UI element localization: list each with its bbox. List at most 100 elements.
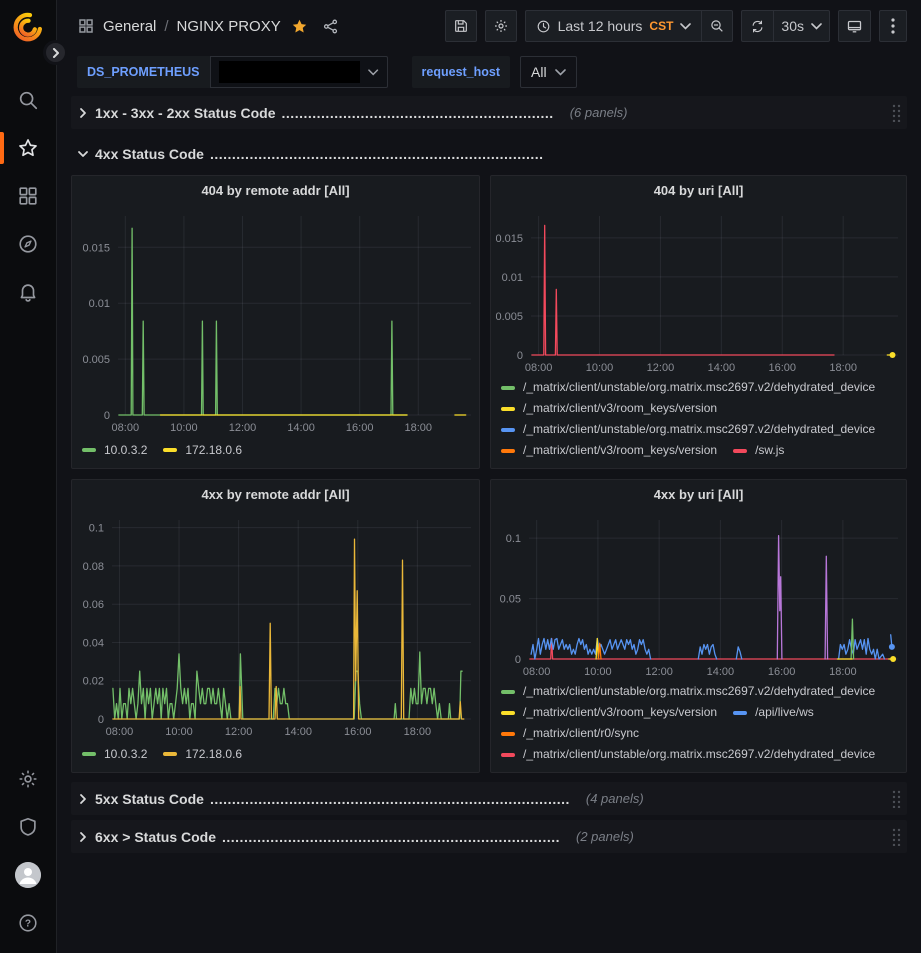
svg-text:12:00: 12:00 xyxy=(645,666,673,678)
legend-label: /api/live/ws xyxy=(755,703,814,722)
row-title: 6xx > Status Code xyxy=(95,829,216,845)
panel-legend: /_matrix/client/unstable/org.matrix.msc2… xyxy=(491,376,906,458)
dashboard-settings-button[interactable] xyxy=(485,10,517,42)
breadcrumb-separator: / xyxy=(164,18,168,35)
time-series-chart[interactable]: 08:0010:0012:0014:0016:0018:0000.0050.01… xyxy=(72,206,479,436)
panel-grid: 404 by remote addr [All] 08:00 10:00 12:00… xyxy=(71,175,907,773)
svg-text:10:00: 10:00 xyxy=(584,666,612,678)
refresh-button[interactable] xyxy=(741,10,773,42)
legend-swatch xyxy=(501,711,515,715)
explore-compass-icon[interactable] xyxy=(0,220,56,268)
settings-gear-icon[interactable] xyxy=(0,755,56,803)
row-drag-handle[interactable] xyxy=(891,828,901,846)
timezone-label: CST xyxy=(649,19,673,33)
panel-404-by-remote-addr: 404 by remote addr [All] 08:0010:0012:00… xyxy=(71,175,480,469)
chevron-right-icon xyxy=(77,831,89,843)
favorite-star-icon[interactable] xyxy=(291,18,308,35)
request-host-variable-label[interactable]: request_host xyxy=(412,56,511,88)
share-icon[interactable] xyxy=(322,18,339,35)
avatar-image xyxy=(15,862,41,888)
legend-item[interactable]: 172.18.0.6 xyxy=(163,441,242,460)
row-4xx[interactable]: 4xx Status Code ........................… xyxy=(71,137,907,170)
legend-swatch xyxy=(501,690,515,694)
legend-item[interactable]: 172.18.0.6 xyxy=(163,745,242,764)
alerting-bell-icon[interactable] xyxy=(0,268,56,316)
cycle-view-mode-button[interactable] xyxy=(838,10,871,42)
help-icon[interactable]: ? xyxy=(0,899,56,947)
svg-text:0.1: 0.1 xyxy=(506,533,521,545)
row-5xx[interactable]: 5xx Status Code ........................… xyxy=(71,782,907,815)
grafana-logo-icon[interactable] xyxy=(11,10,45,44)
svg-text:08:00: 08:00 xyxy=(112,422,140,434)
panel-title[interactable]: 4xx by remote addr [All] xyxy=(72,480,479,510)
time-series-chart[interactable]: 08:0010:0012:0014:0016:0018:0000.0050.01… xyxy=(491,206,906,376)
svg-text:0.04: 0.04 xyxy=(83,637,104,649)
legend-item[interactable]: /_matrix/client/unstable/org.matrix.msc2… xyxy=(501,682,875,701)
save-dashboard-button[interactable] xyxy=(445,10,477,42)
row-1xx-3xx-2xx[interactable]: 1xx - 3xx - 2xx Status Code ............… xyxy=(71,96,907,129)
row-drag-handle[interactable] xyxy=(891,790,901,808)
legend-item[interactable]: /sw.js xyxy=(733,441,784,458)
legend-label: 10.0.3.2 xyxy=(104,441,147,460)
row-leader-dots: ........................................… xyxy=(210,791,570,807)
legend-swatch xyxy=(501,386,515,390)
panel-title[interactable]: 404 by uri [All] xyxy=(491,176,906,206)
legend-item[interactable]: /_matrix/client/v3/room_keys/version xyxy=(501,703,717,722)
breadcrumb-dashboard-title[interactable]: NGINX PROXY xyxy=(177,18,281,35)
zoom-out-time-button[interactable] xyxy=(701,10,733,42)
time-series-chart[interactable]: 08:0010:0012:0014:0016:0018:0000.020.040… xyxy=(72,510,479,740)
svg-text:0.015: 0.015 xyxy=(82,242,110,254)
time-series-chart[interactable]: 08:0010:0012:0014:0016:0018:0000.050.1 xyxy=(491,510,906,680)
row-6xx[interactable]: 6xx > Status Code ......................… xyxy=(71,820,907,853)
legend-item[interactable]: /_matrix/client/unstable/org.matrix.msc2… xyxy=(501,378,875,397)
svg-text:0: 0 xyxy=(98,714,104,726)
sidebar-top-nav xyxy=(0,76,56,316)
datasource-variable-label[interactable]: DS_PROMETHEUS xyxy=(77,56,210,88)
legend-item[interactable]: /api/live/ws xyxy=(733,703,814,722)
svg-text:0.005: 0.005 xyxy=(82,354,110,366)
svg-text:0.06: 0.06 xyxy=(83,599,104,611)
panel-title[interactable]: 404 by remote addr [All] xyxy=(72,176,479,206)
time-range-picker[interactable]: Last 12 hours CST xyxy=(525,10,702,42)
legend-label: /sw.js xyxy=(755,441,784,458)
legend-item[interactable]: /_matrix/client/unstable/org.matrix.msc2… xyxy=(501,420,875,439)
more-options-kebab-icon[interactable] xyxy=(879,10,907,42)
row-drag-handle[interactable] xyxy=(891,104,901,122)
legend-item[interactable]: /_matrix/client/unstable/org.matrix.msc2… xyxy=(501,745,875,762)
chevron-right-icon xyxy=(77,107,89,119)
legend-item[interactable]: 10.0.3.2 xyxy=(82,441,147,460)
row-panel-count: (6 panels) xyxy=(570,105,628,120)
breadcrumb: General / NGINX PROXY xyxy=(77,17,445,35)
refresh-interval-picker[interactable]: 30s xyxy=(773,10,830,42)
user-avatar[interactable] xyxy=(0,851,56,899)
svg-text:08:00: 08:00 xyxy=(525,362,553,374)
svg-text:10:00: 10:00 xyxy=(586,362,614,374)
datasource-variable-select[interactable] xyxy=(210,56,388,88)
time-picker-group: Last 12 hours CST xyxy=(525,10,734,42)
dashboards-icon[interactable] xyxy=(0,172,56,220)
row-title: 1xx - 3xx - 2xx Status Code xyxy=(95,105,276,121)
row-title: 4xx Status Code xyxy=(95,146,204,162)
search-icon[interactable] xyxy=(0,76,56,124)
legend-item[interactable]: /_matrix/client/r0/sync xyxy=(501,724,639,743)
starred-dashboards-icon[interactable] xyxy=(0,124,56,172)
panel-title[interactable]: 4xx by uri [All] xyxy=(491,480,906,510)
legend-item[interactable]: /_matrix/client/v3/room_keys/version xyxy=(501,441,717,458)
svg-text:12:00: 12:00 xyxy=(647,362,675,374)
legend-swatch xyxy=(82,752,96,756)
svg-text:14:00: 14:00 xyxy=(707,666,735,678)
svg-text:0: 0 xyxy=(104,410,110,422)
chevron-down-icon xyxy=(811,23,822,30)
breadcrumb-folder[interactable]: General xyxy=(103,18,156,35)
svg-text:08:00: 08:00 xyxy=(523,666,551,678)
panel-404-by-uri: 404 by uri [All] 08:0010:0012:0014:0016:… xyxy=(490,175,907,469)
sidebar-expand-button[interactable] xyxy=(43,40,68,65)
legend-label: /_matrix/client/unstable/org.matrix.msc2… xyxy=(523,745,875,762)
svg-text:0.05: 0.05 xyxy=(500,594,521,606)
svg-text:18:00: 18:00 xyxy=(404,726,432,738)
legend-item[interactable]: /_matrix/client/v3/room_keys/version xyxy=(501,399,717,418)
legend-label: /_matrix/client/unstable/org.matrix.msc2… xyxy=(523,378,875,397)
request-host-variable-select[interactable]: All xyxy=(520,56,577,88)
server-admin-shield-icon[interactable] xyxy=(0,803,56,851)
legend-item[interactable]: 10.0.3.2 xyxy=(82,745,147,764)
